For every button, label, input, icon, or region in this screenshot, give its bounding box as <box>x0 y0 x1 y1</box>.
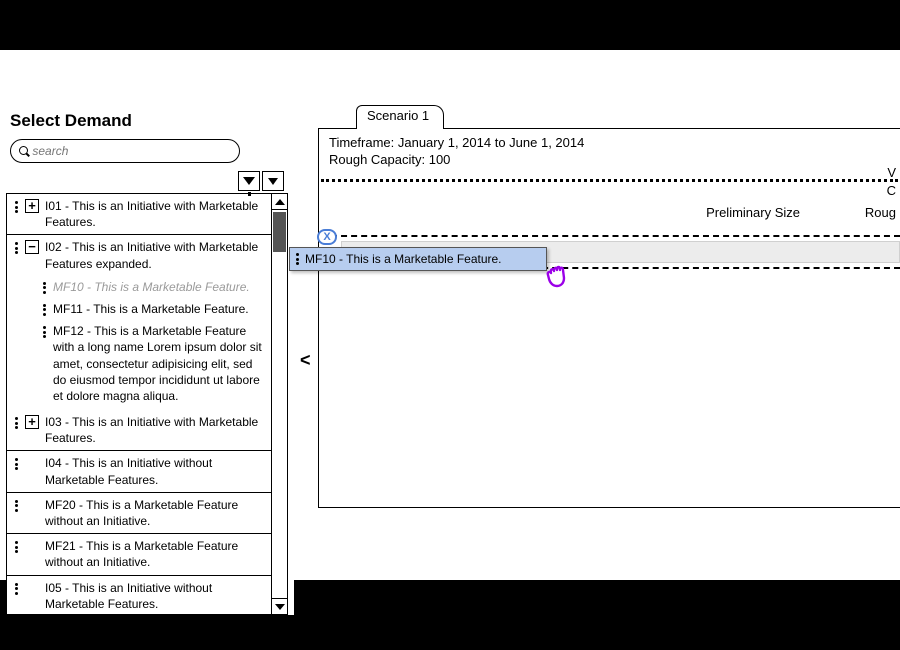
drag-handle-icon[interactable] <box>296 253 299 265</box>
collapse-button[interactable]: − <box>25 240 39 254</box>
grab-cursor-icon <box>543 259 575 294</box>
item-label: I04 - This is an Initiative without Mark… <box>45 455 265 487</box>
scenario-pane: Scenario 1 Timeframe: January 1, 2014 to… <box>316 105 900 508</box>
column-header: Preliminary Size <box>706 205 800 220</box>
drag-handle-icon[interactable] <box>13 580 19 595</box>
scroll-down-button[interactable] <box>272 598 287 614</box>
item-label: MF20 - This is a Marketable Feature with… <box>45 497 265 529</box>
chevron-down-icon <box>268 178 278 185</box>
right-indicator: V <box>887 165 896 180</box>
item-label: I03 - This is an Initiative with Marketa… <box>45 414 265 446</box>
scroll-up-button[interactable] <box>272 194 287 210</box>
funnel-icon <box>243 177 255 185</box>
tab-scenario[interactable]: Scenario 1 <box>356 105 444 129</box>
list-item[interactable]: MF10 - This is a Marketable Feature. <box>7 276 271 298</box>
item-label: I01 - This is an Initiative with Marketa… <box>45 198 265 230</box>
drag-handle-icon[interactable] <box>13 198 19 213</box>
divider <box>321 179 898 182</box>
drag-handle-icon[interactable] <box>41 323 47 338</box>
list-item[interactable]: MF21 - This is a Marketable Feature with… <box>7 534 271 575</box>
list-item[interactable]: MF20 - This is a Marketable Feature with… <box>7 493 271 534</box>
capacity-label: Rough Capacity: 100 <box>329 152 890 167</box>
scroll-thumb[interactable] <box>273 212 286 252</box>
drag-handle-icon[interactable] <box>13 455 19 470</box>
list-item[interactable]: + I01 - This is an Initiative with Marke… <box>7 194 271 235</box>
list-item[interactable]: I04 - This is an Initiative without Mark… <box>7 451 271 492</box>
item-label: MF10 - This is a Marketable Feature. <box>53 279 265 295</box>
panel-title: Select Demand <box>6 105 294 139</box>
drag-handle-icon[interactable] <box>13 414 19 429</box>
header-value: C <box>887 183 896 198</box>
search-icon <box>19 146 28 156</box>
list-item[interactable]: MF12 - This is a Marketable Feature with… <box>7 320 271 410</box>
drag-handle-icon[interactable] <box>41 279 47 294</box>
expand-button[interactable]: + <box>25 415 39 429</box>
demand-list: + I01 - This is an Initiative with Marke… <box>6 193 288 615</box>
remove-drop-button[interactable]: X <box>317 229 337 245</box>
drag-handle-icon[interactable] <box>13 538 19 553</box>
sort-dropdown-button[interactable] <box>262 171 284 191</box>
list-item[interactable]: MF11 - This is a Marketable Feature. <box>7 298 271 320</box>
list-item[interactable]: + I03 - This is an Initiative with Marke… <box>7 410 271 451</box>
timeframe-label: Timeframe: January 1, 2014 to June 1, 20… <box>329 135 890 150</box>
drag-handle-icon[interactable] <box>13 239 19 254</box>
expand-button[interactable]: + <box>25 199 39 213</box>
item-label: I05 - This is an Initiative without Mark… <box>45 580 265 612</box>
list-item[interactable]: − I02 - This is an Initiative with Marke… <box>7 235 271 275</box>
drag-handle-icon[interactable] <box>13 497 19 512</box>
item-label: MF12 - This is a Marketable Feature with… <box>53 323 265 404</box>
dragged-item-label: MF10 - This is a Marketable Feature. <box>305 252 502 266</box>
item-label: MF11 - This is a Marketable Feature. <box>53 301 265 317</box>
collapse-sidebar-button[interactable]: < <box>300 350 311 371</box>
search-field[interactable] <box>32 144 231 158</box>
drag-handle-icon[interactable] <box>41 301 47 316</box>
column-header: Roug <box>865 205 896 220</box>
scrollbar[interactable] <box>271 194 287 614</box>
search-input[interactable] <box>10 139 240 163</box>
filter-button[interactable] <box>238 171 260 191</box>
chevron-up-icon <box>275 199 285 205</box>
demand-sidebar: Select Demand + I01 - This is an Initiat… <box>6 105 294 615</box>
item-label: I02 - This is an Initiative with Marketa… <box>45 239 265 271</box>
item-label: MF21 - This is a Marketable Feature with… <box>45 538 265 570</box>
dragged-item[interactable]: MF10 - This is a Marketable Feature. <box>289 247 547 271</box>
list-item[interactable]: I05 - This is an Initiative without Mark… <box>7 576 271 614</box>
chevron-down-icon <box>275 604 285 610</box>
